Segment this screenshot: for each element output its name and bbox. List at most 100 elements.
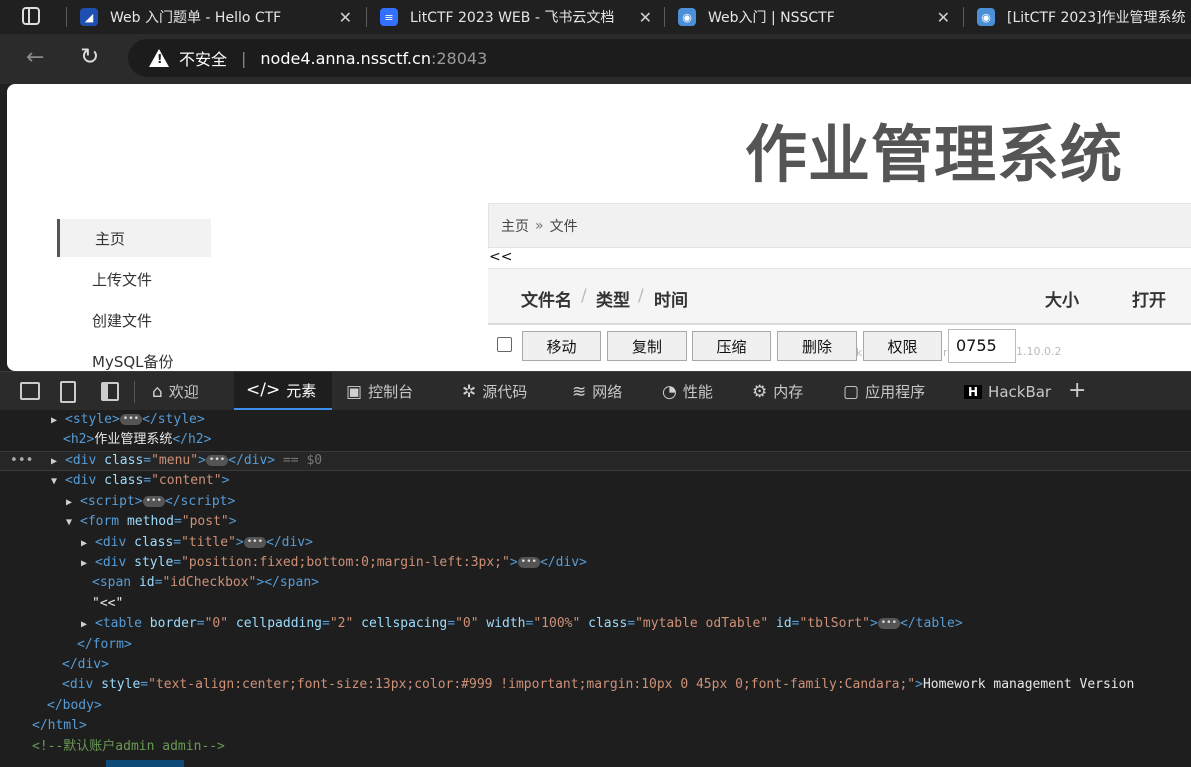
back-arrow-icon[interactable]: ← (26, 45, 44, 70)
compress-button[interactable]: 压缩 (692, 331, 771, 361)
inspect-element-icon[interactable] (20, 382, 40, 400)
devtools-tab-label: 网络 (592, 383, 623, 401)
footer-fragment: r (943, 346, 948, 359)
menu-item-create[interactable]: 创建文件 (57, 301, 211, 339)
footer-version-fragment: 1.10.0.2 (1016, 345, 1062, 358)
dom-node[interactable]: </form> (77, 635, 132, 655)
tab-actions-icon[interactable] (22, 7, 40, 25)
devtools-tab-performance[interactable]: ◔ 性能 (662, 372, 713, 411)
dom-node[interactable]: ▼ <form method="post"> (66, 512, 237, 532)
devtools-tab-console[interactable]: ▣ 控制台 (346, 372, 413, 411)
dom-node[interactable]: ▶ <div style="position:fixed;bottom:0;mar… (81, 553, 587, 573)
copy-button[interactable]: 复制 (607, 331, 687, 361)
dock-side-icon[interactable] (101, 382, 119, 401)
url-port: :28043 (430, 48, 488, 68)
header-separator: / (581, 286, 587, 306)
back-link[interactable]: << (489, 249, 512, 265)
feishu-doc-icon: ≡ (380, 8, 398, 26)
url-host: node4.anna.nssctf.cn (260, 48, 431, 68)
permission-button[interactable]: 权限 (863, 331, 942, 361)
hackbar-icon: H (964, 384, 983, 399)
menu-label: 主页 (95, 229, 126, 248)
reload-icon[interactable]: ↻ (80, 44, 99, 70)
devtools-tab-label: 应用程序 (865, 383, 926, 401)
devtools-bottom-scrollbar[interactable] (106, 760, 184, 767)
browser-tab-active[interactable]: ◉ [LitCTF 2023]作业管理系统 | NSSCTF (977, 0, 1191, 34)
dom-node[interactable]: "<<" (92, 594, 123, 614)
dom-node-selected[interactable]: ▶ <div class="menu"> ••• </div> == $0 (51, 451, 322, 471)
dom-node[interactable]: <span id="idCheckbox"></span> (92, 573, 319, 593)
devtools-tab-label: 源代码 (482, 383, 528, 401)
header-size[interactable]: 大小 (1045, 286, 1079, 311)
footer-fragment: k (856, 346, 863, 359)
close-tab-icon[interactable]: ✕ (639, 8, 652, 27)
dom-node[interactable]: </html> (32, 716, 87, 736)
dom-node[interactable]: ▼ <div class="content"> (51, 471, 229, 491)
devtools-toolbar: ⌂ 欢迎 </> 元素 ▣ 控制台 ✲ 源代码 ≋ 网络 ◔ 性能 ⚙ 内存 ▢ 应用程序 HH… (0, 371, 1191, 411)
address-divider: | (241, 48, 247, 68)
devtools-tab-label: HackBar (988, 382, 1052, 401)
warning-icon: ! (149, 49, 169, 67)
bug-icon: ✲ (462, 381, 477, 402)
devtools-tab-label: 元素 (286, 381, 317, 400)
nssctf-favicon-icon: ◉ (977, 8, 995, 26)
menu-item-mysql-backup[interactable]: MySQL备份 (57, 342, 211, 371)
dom-node[interactable]: </body> (47, 696, 102, 716)
console-icon: ▣ (346, 381, 363, 402)
devtools-tab-network[interactable]: ≋ 网络 (572, 372, 622, 411)
browser-tab-strip: ◢ Web 入门题单 - Hello CTF ✕ ≡ LitCTF 2023 W… (0, 0, 1191, 34)
device-emulation-icon[interactable] (60, 381, 76, 403)
header-open[interactable]: 打开 (1132, 286, 1166, 311)
devtools-tab-hackbar[interactable]: H HackBar (964, 372, 1051, 411)
header-time[interactable]: 时间 (654, 286, 688, 311)
dom-node[interactable]: ▶ <table border="0" cellpadding="2" cells… (81, 614, 963, 634)
delete-button[interactable]: 删除 (777, 331, 857, 361)
move-button[interactable]: 移动 (522, 331, 601, 361)
browser-tab[interactable]: ◢ Web 入门题单 - Hello CTF ✕ (80, 0, 362, 34)
dom-node[interactable]: ▶ <script> ••• </script> (66, 492, 235, 512)
breadcrumb-home[interactable]: 主页 (501, 216, 529, 236)
browser-tab[interactable]: ≡ LitCTF 2023 WEB - 飞书云文档 ✕ (380, 0, 662, 34)
dom-node[interactable]: <div style="text-align:center;font-size:… (62, 675, 1134, 695)
menu-label: MySQL备份 (92, 352, 174, 371)
wifi-icon: ≋ (572, 381, 587, 402)
close-tab-icon[interactable]: ✕ (339, 8, 352, 27)
select-all-checkbox[interactable] (497, 337, 512, 352)
gauge-icon: ◔ (662, 381, 677, 402)
tab-title: Web 入门题单 - Hello CTF (110, 10, 282, 26)
dom-tree: ▶ <style> ••• </style> <h2>作业管理系统</h2> ••• … (0, 410, 1191, 767)
menu-item-home[interactable]: 主页 (57, 219, 211, 257)
dom-node-options[interactable]: ••• (10, 451, 33, 471)
nssctf-favicon-icon: ◉ (678, 8, 696, 26)
dom-node[interactable]: </div> (62, 655, 109, 675)
dom-node[interactable]: ▶ <style> ••• </style> (51, 410, 205, 430)
devtools-tab-application[interactable]: ▢ 应用程序 (843, 372, 925, 411)
browser-tab[interactable]: ◉ Web入门 | NSSCTF ✕ (678, 0, 960, 34)
hello-ctf-favicon-icon: ◢ (80, 8, 98, 26)
app-window-icon: ▢ (843, 381, 860, 402)
devtools-tab-welcome[interactable]: ⌂ 欢迎 (152, 372, 199, 411)
breadcrumb: 主页 » 文件 (488, 203, 1191, 248)
devtools-tab-elements[interactable]: </> 元素 (234, 372, 332, 411)
dom-comment-node[interactable]: <!--默认账户admin admin--> (32, 737, 225, 757)
header-type[interactable]: 类型 (596, 286, 630, 311)
dom-node[interactable]: <h2>作业管理系统</h2> (63, 430, 211, 450)
menu-label: 上传文件 (92, 270, 153, 289)
code-icon: </> (246, 380, 281, 400)
add-tab-icon[interactable]: + (1068, 378, 1086, 403)
address-bar[interactable]: ! 不安全 | node4.anna.nssctf.cn :28043 (128, 39, 1191, 77)
dom-node[interactable]: ▶ <div class="title"> ••• </div> (81, 533, 313, 553)
file-table-header: 文件名 / 类型 / 时间 大小 打开 (488, 268, 1191, 325)
header-filename[interactable]: 文件名 (521, 286, 572, 311)
page-viewport: 作业管理系统 主页 上传文件 创建文件 MySQL备份 主页 » 文件 << 文… (7, 84, 1191, 371)
home-icon: ⌂ (152, 381, 163, 402)
close-tab-icon[interactable]: ✕ (937, 8, 950, 27)
devtools-tab-label: 性能 (682, 383, 713, 401)
menu-item-upload[interactable]: 上传文件 (57, 260, 211, 298)
menu-label: 创建文件 (92, 311, 153, 330)
devtools-tab-label: 欢迎 (168, 383, 199, 401)
devtools-tab-memory[interactable]: ⚙ 内存 (752, 372, 803, 411)
devtools-tab-sources[interactable]: ✲ 源代码 (462, 372, 527, 411)
security-label[interactable]: 不安全 (179, 46, 227, 70)
permission-input[interactable]: 0755 (948, 329, 1016, 363)
